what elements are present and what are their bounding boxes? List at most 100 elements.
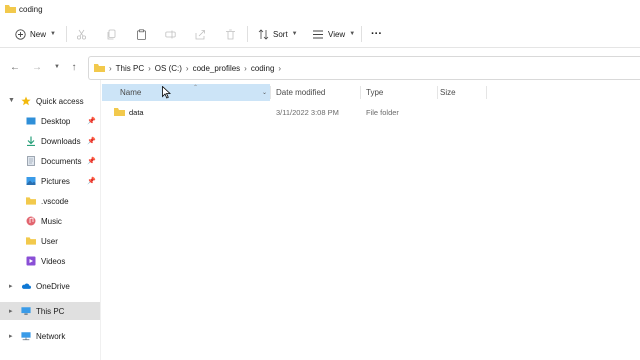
folder-icon bbox=[26, 237, 36, 245]
table-row[interactable]: data 3/11/2022 3:08 PM File folder bbox=[102, 104, 640, 121]
pin-icon[interactable]: 📌 bbox=[87, 157, 96, 165]
pane-divider[interactable] bbox=[100, 80, 101, 360]
sidebar-item-user[interactable]: User bbox=[0, 232, 100, 250]
column-divider[interactable] bbox=[486, 86, 487, 99]
chevron-right-icon[interactable]: ▸ bbox=[9, 307, 13, 315]
sidebar-label: .vscode bbox=[41, 196, 69, 206]
network-icon bbox=[21, 332, 31, 341]
file-list: Name ⌃ ⌄ Date modified Type Size data 3/… bbox=[102, 80, 640, 360]
chevron-right-icon: › bbox=[185, 63, 189, 73]
chevron-right-icon: › bbox=[109, 63, 112, 73]
sidebar-item-onedrive[interactable]: OneDrive bbox=[0, 277, 100, 295]
breadcrumb-os-c[interactable]: OS (C:) bbox=[155, 64, 182, 73]
sidebar-label: This PC bbox=[36, 306, 65, 316]
file-name: data bbox=[129, 107, 144, 117]
window-title: coding bbox=[19, 5, 43, 14]
music-icon bbox=[26, 216, 36, 226]
sidebar-item-vscode[interactable]: .vscode bbox=[0, 192, 100, 210]
sort-label: Sort bbox=[273, 29, 288, 39]
file-name-cell[interactable]: data bbox=[114, 107, 144, 117]
breadcrumb-this-pc[interactable]: This PC bbox=[116, 64, 144, 73]
breadcrumb-code-profiles[interactable]: code_profiles bbox=[193, 64, 241, 73]
view-list-icon bbox=[313, 30, 323, 38]
chevron-down-icon: ▼ bbox=[349, 31, 356, 37]
sidebar-item-network[interactable]: Network bbox=[0, 327, 100, 345]
column-header-name[interactable]: Name ⌃ ⌄ bbox=[102, 84, 270, 101]
chevron-right-icon: › bbox=[244, 63, 247, 73]
sidebar-label: User bbox=[41, 236, 58, 246]
chevron-right-icon: › bbox=[278, 63, 282, 73]
sidebar-label: Quick access bbox=[36, 96, 84, 106]
computer-icon bbox=[21, 307, 31, 315]
sidebar-label: OneDrive bbox=[36, 281, 70, 291]
sidebar-item-quick-access[interactable]: Quick access bbox=[0, 92, 100, 110]
column-header-date-modified[interactable]: Date modified bbox=[258, 84, 360, 101]
toolbar-divider bbox=[66, 26, 67, 42]
sidebar-item-videos[interactable]: Videos bbox=[0, 252, 100, 270]
trash-icon bbox=[226, 29, 235, 39]
pictures-icon bbox=[26, 177, 36, 185]
sidebar-label: Pictures bbox=[41, 176, 70, 186]
column-header-type[interactable]: Type bbox=[348, 84, 428, 101]
copy-icon bbox=[107, 29, 116, 39]
rename-button[interactable] bbox=[165, 25, 176, 43]
documents-icon bbox=[27, 156, 35, 166]
chevron-down-icon: ▼ bbox=[50, 31, 56, 37]
new-button[interactable]: New ▼ bbox=[15, 25, 56, 43]
toolbar-divider bbox=[247, 26, 248, 42]
download-icon bbox=[27, 136, 35, 146]
mouse-cursor-icon bbox=[162, 86, 171, 99]
paste-button[interactable] bbox=[136, 25, 147, 43]
file-date-modified: 3/11/2022 3:08 PM bbox=[276, 108, 339, 117]
title-bar: coding bbox=[0, 0, 640, 20]
column-header-size[interactable]: Size bbox=[422, 84, 486, 101]
back-arrow-icon[interactable]: ← bbox=[8, 60, 22, 74]
command-bar: New ▼ Sort ▼ View ▼ ··· bbox=[0, 20, 640, 48]
share-button[interactable] bbox=[195, 25, 206, 43]
sidebar-label: Documents bbox=[41, 156, 82, 166]
column-label: Date modified bbox=[276, 88, 326, 97]
more-options-button[interactable]: ··· bbox=[371, 25, 382, 43]
sidebar-item-documents[interactable]: Documents 📌 bbox=[0, 152, 100, 170]
sidebar-item-desktop[interactable]: Desktop 📌 bbox=[0, 112, 100, 130]
videos-icon bbox=[26, 256, 36, 266]
sort-button[interactable]: Sort ▼ bbox=[258, 25, 298, 43]
file-type: File folder bbox=[366, 108, 399, 117]
folder-icon bbox=[5, 5, 16, 13]
desktop-icon bbox=[26, 117, 36, 125]
sidebar-item-pictures[interactable]: Pictures 📌 bbox=[0, 172, 100, 190]
column-label: Type bbox=[366, 88, 384, 97]
pin-icon[interactable]: 📌 bbox=[87, 177, 96, 185]
sidebar-label: Downloads bbox=[41, 136, 81, 146]
folder-icon bbox=[114, 108, 125, 116]
breadcrumb-coding[interactable]: coding bbox=[251, 64, 275, 73]
sort-ascending-icon: ⌃ bbox=[193, 85, 199, 91]
sidebar-label: Desktop bbox=[41, 116, 71, 126]
cut-button[interactable] bbox=[76, 25, 87, 43]
scissors-icon bbox=[76, 29, 87, 40]
sidebar-label: Videos bbox=[41, 256, 66, 266]
recent-locations-chevron-icon[interactable]: ▼ bbox=[50, 60, 64, 74]
sidebar-label: Music bbox=[41, 216, 62, 226]
plus-circle-icon bbox=[15, 28, 26, 40]
chevron-right-icon: › bbox=[148, 63, 151, 73]
delete-button[interactable] bbox=[225, 25, 236, 43]
sidebar-label: Network bbox=[36, 331, 66, 341]
share-icon bbox=[195, 29, 205, 39]
chevron-down-icon: ▼ bbox=[291, 31, 298, 37]
copy-button[interactable] bbox=[106, 25, 117, 43]
address-bar[interactable]: › This PC › OS (C:) › code_profiles › co… bbox=[88, 56, 640, 80]
navigation-bar: ← → ▼ ↑ › This PC › OS (C:) › code_profi… bbox=[0, 54, 640, 80]
up-arrow-icon[interactable]: ↑ bbox=[67, 60, 81, 74]
pin-icon[interactable]: 📌 bbox=[87, 137, 96, 145]
pin-icon[interactable]: 📌 bbox=[87, 117, 96, 125]
sidebar-item-music[interactable]: Music bbox=[0, 212, 100, 230]
new-label: New bbox=[30, 29, 47, 39]
sidebar-item-this-pc[interactable]: ▸ This PC bbox=[0, 302, 100, 320]
sidebar-item-downloads[interactable]: Downloads 📌 bbox=[0, 132, 100, 150]
navigation-pane: ▼ Quick access Desktop 📌 Downloads 📌 Doc… bbox=[0, 86, 100, 360]
forward-arrow-icon[interactable]: → bbox=[30, 60, 44, 74]
rename-icon bbox=[165, 30, 176, 38]
sort-icon bbox=[258, 28, 269, 40]
view-button[interactable]: View ▼ bbox=[312, 25, 355, 43]
